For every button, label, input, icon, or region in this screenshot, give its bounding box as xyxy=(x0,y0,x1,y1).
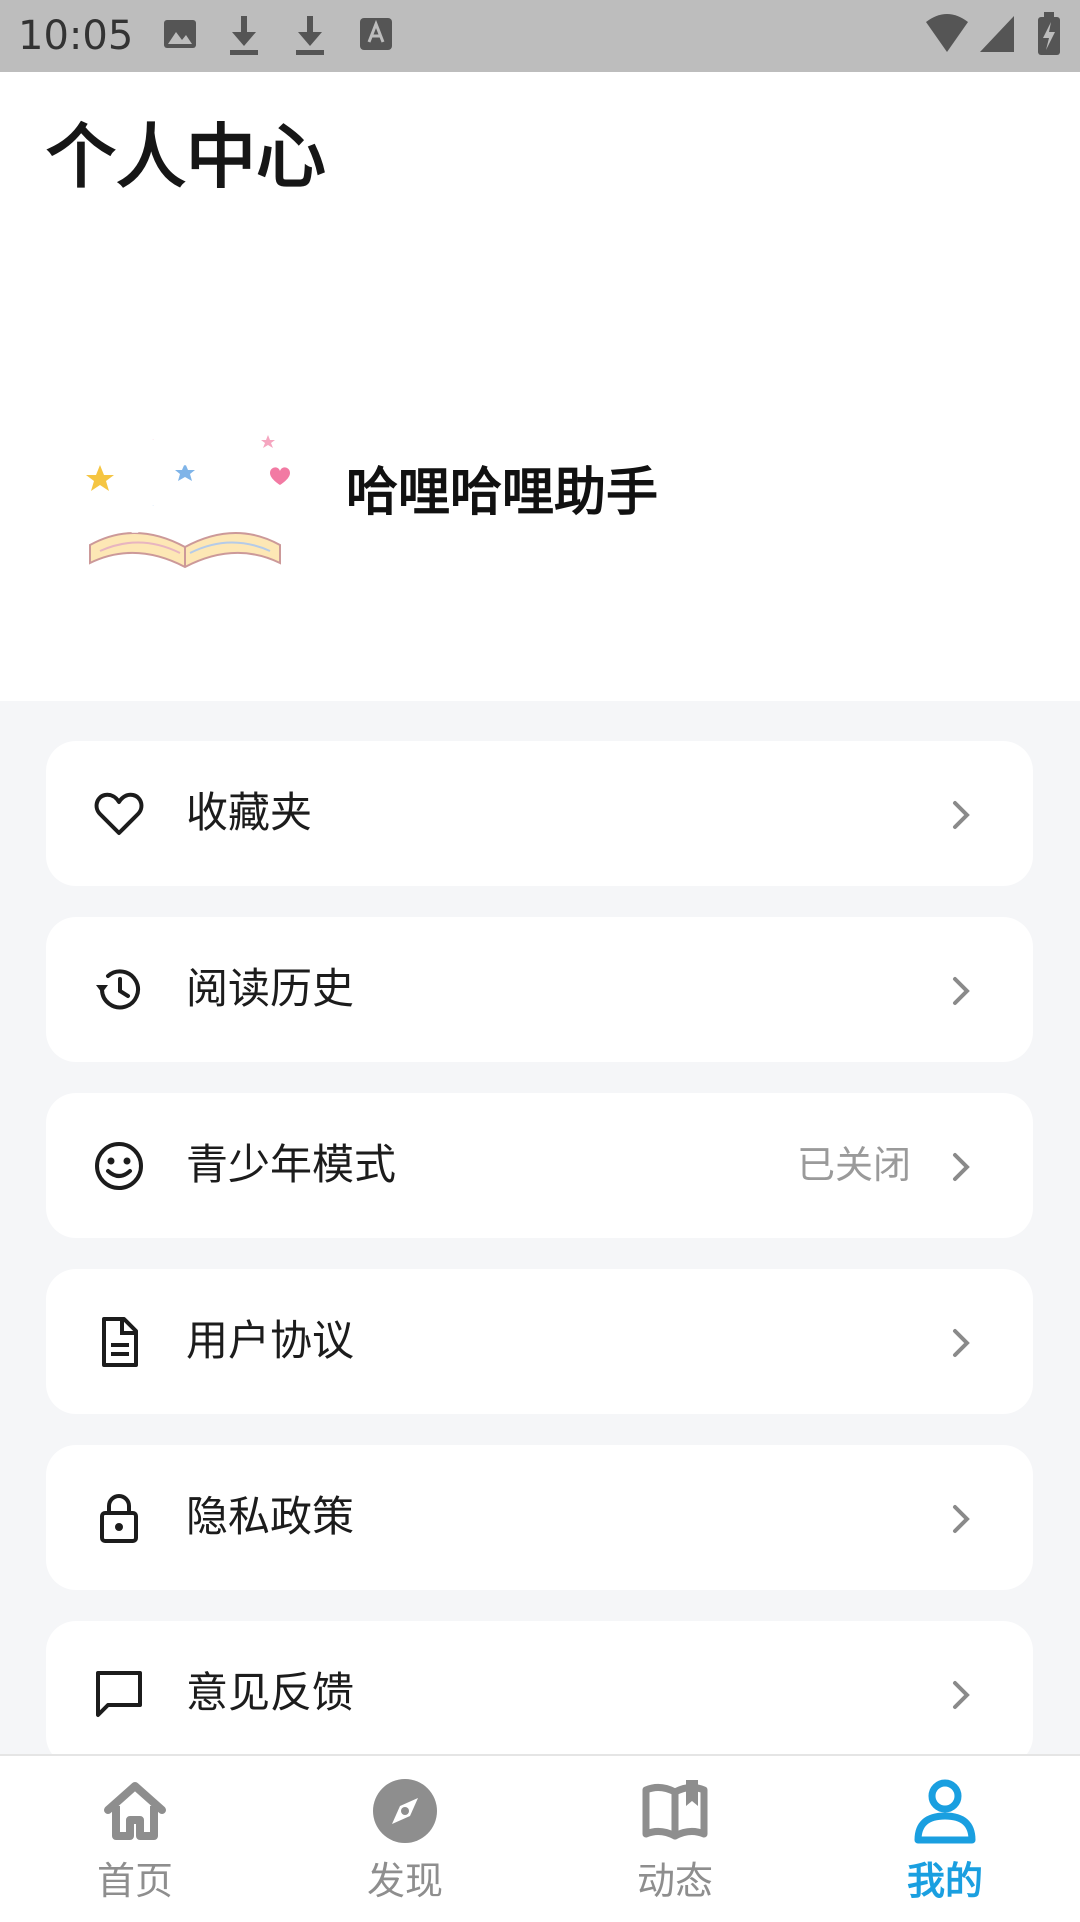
menu-item-teen-mode[interactable]: 青少年模式 已关闭 xyxy=(46,1093,1033,1238)
menu-item-feedback[interactable]: 意见反馈 xyxy=(46,1621,1033,1754)
font-icon xyxy=(360,18,392,50)
chevron-right-icon xyxy=(953,1329,970,1357)
download-icon xyxy=(230,16,258,55)
chevron-right-icon xyxy=(953,1153,970,1181)
history-icon xyxy=(96,969,140,1010)
book-icon xyxy=(642,1780,708,1840)
smiley-icon xyxy=(95,1142,143,1190)
message-icon xyxy=(96,1671,142,1717)
page-title: 个人中心 xyxy=(46,116,326,198)
nav-label: 发现 xyxy=(366,1859,443,1903)
menu-item-label: 隐私政策 xyxy=(186,1492,355,1541)
heart-icon xyxy=(94,792,144,835)
menu-item-label: 收藏夹 xyxy=(186,788,313,837)
status-time: 10:05 xyxy=(18,13,134,59)
status-bar: 10:05 xyxy=(0,0,1080,72)
profile-name: 哈哩哈哩助手 xyxy=(346,463,659,523)
avatar[interactable]: 哈哩 哈哩 xyxy=(80,395,290,585)
avatar-text-bottom: 哈哩 xyxy=(114,487,202,538)
menu-item-privacy-policy[interactable]: 隐私政策 xyxy=(46,1445,1033,1590)
nav-label: 首页 xyxy=(96,1859,173,1903)
chevron-right-icon xyxy=(953,801,970,829)
menu-item-favorites[interactable]: 收藏夹 xyxy=(46,741,1033,886)
chevron-right-icon xyxy=(953,977,970,1005)
nav-item-feed[interactable]: 动态 xyxy=(540,1756,810,1922)
bottom-nav: 首页 发现 动态 我的 xyxy=(0,1754,1080,1920)
wifi-icon xyxy=(926,14,968,52)
battery-charging-icon xyxy=(1038,12,1060,55)
nav-item-me[interactable]: 我的 xyxy=(810,1756,1080,1922)
settings-menu: 收藏夹 阅读历史 青少年模式 已关闭 用户协议 隐私政策 意见反馈 xyxy=(0,701,1080,1754)
menu-item-label: 阅读历史 xyxy=(186,964,355,1013)
image-icon xyxy=(164,20,196,48)
nav-label: 动态 xyxy=(636,1859,713,1903)
book-logo-icon: 哈哩 哈哩 xyxy=(86,420,290,569)
menu-item-label: 用户协议 xyxy=(186,1316,355,1365)
menu-item-reading-history[interactable]: 阅读历史 xyxy=(46,917,1033,1062)
person-icon xyxy=(914,1779,976,1844)
signal-icon xyxy=(980,16,1014,52)
nav-label: 我的 xyxy=(906,1859,983,1903)
document-icon xyxy=(102,1317,138,1367)
download-icon xyxy=(296,16,324,55)
nav-item-discover[interactable]: 发现 xyxy=(270,1756,540,1922)
menu-item-label: 青少年模式 xyxy=(186,1140,397,1189)
compass-icon xyxy=(373,1779,437,1843)
menu-item-label: 意见反馈 xyxy=(186,1668,355,1717)
home-icon xyxy=(104,1782,166,1840)
lock-icon xyxy=(100,1494,138,1543)
chevron-right-icon xyxy=(953,1681,970,1709)
menu-item-user-agreement[interactable]: 用户协议 xyxy=(46,1269,1033,1414)
avatar-text-top: 哈哩 xyxy=(114,421,202,472)
nav-item-home[interactable]: 首页 xyxy=(0,1756,270,1922)
chevron-right-icon xyxy=(953,1505,970,1533)
teen-mode-status: 已关闭 xyxy=(796,1143,911,1187)
